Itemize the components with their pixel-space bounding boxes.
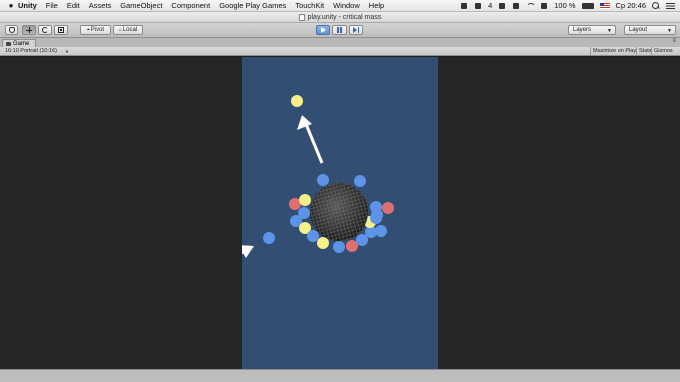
local-toggle-button[interactable]: ⌂ Local <box>113 25 143 35</box>
panel-menu-icon[interactable]: ≡ <box>672 38 676 44</box>
status-cloud-icon[interactable] <box>498 2 506 10</box>
pause-button[interactable] <box>332 25 347 35</box>
status-bar <box>0 369 680 382</box>
ring-orb[interactable] <box>317 174 329 186</box>
status-dropbox-icon[interactable] <box>474 2 482 10</box>
menu-assets[interactable]: Assets <box>89 1 112 10</box>
status-app-icon[interactable] <box>460 2 468 10</box>
game-scene[interactable] <box>242 57 438 369</box>
macos-menu-bar: ● Unity File Edit Assets GameObject Comp… <box>0 0 680 12</box>
spotlight-search-icon[interactable] <box>652 1 660 10</box>
ring-orb[interactable] <box>299 194 311 206</box>
menu-window[interactable]: Window <box>333 1 360 10</box>
layers-caret-icon: ▼ <box>607 28 612 34</box>
notification-center-icon[interactable] <box>666 2 675 10</box>
layout-dropdown[interactable]: Layout ▼ <box>624 25 676 35</box>
maximize-on-play-button[interactable]: Maximize on Play <box>590 47 638 55</box>
ring-orb[interactable] <box>370 212 382 224</box>
window-title: play.unity - critical mass <box>307 13 382 21</box>
menu-component[interactable]: Component <box>171 1 210 10</box>
input-source-flag-icon[interactable] <box>599 2 610 9</box>
aspect-caret-icon: ▼ <box>65 49 69 54</box>
layout-label: Layout <box>629 27 648 33</box>
tab-game[interactable]: Game <box>2 39 37 47</box>
play-button[interactable] <box>316 25 330 35</box>
aspect-ratio-dropdown[interactable]: 16:10 Portrait (10:16) ▼ <box>3 48 71 55</box>
battery-percent: 100 % <box>554 1 576 10</box>
menu-edit[interactable]: Edit <box>67 1 80 10</box>
layout-caret-icon: ▼ <box>667 28 672 34</box>
panel-tab-row: Game ≡ <box>0 38 680 47</box>
layers-dropdown[interactable]: Layers ▼ <box>568 25 616 35</box>
status-adobe-icon[interactable] <box>512 2 520 10</box>
hand-icon <box>8 27 15 33</box>
scale-icon <box>58 27 64 33</box>
pause-icon <box>337 27 342 33</box>
ring-orb[interactable] <box>307 230 319 242</box>
scale-tool-button[interactable] <box>54 25 68 35</box>
ring-orb[interactable] <box>370 201 382 213</box>
launch-arrow-icon <box>297 115 324 164</box>
gizmos-dropdown[interactable]: Gizmos <box>651 47 675 55</box>
game-view-icon <box>6 41 11 46</box>
layers-label: Layers <box>573 27 592 33</box>
local-label: Local <box>122 27 138 33</box>
volume-icon[interactable] <box>540 2 548 10</box>
game-tab-label: Game <box>13 40 30 47</box>
unity-toolbar: ⌖ Pivot ⌂ Local Layers ▼ Layout ▼ <box>0 23 680 38</box>
pivot-icon: ⌖ <box>86 27 90 33</box>
game-screen[interactable] <box>242 57 438 369</box>
core-sphere[interactable] <box>310 183 368 241</box>
move-tool-button[interactable] <box>22 25 36 35</box>
pivot-toggle-button[interactable]: ⌖ Pivot <box>80 25 111 35</box>
window-title-bar: play.unity - critical mass <box>0 12 680 23</box>
wifi-icon[interactable] <box>526 2 534 10</box>
incoming-orb[interactable] <box>263 232 275 244</box>
battery-icon[interactable] <box>581 2 594 9</box>
menu-gameobject[interactable]: GameObject <box>120 1 162 10</box>
ring-orb[interactable] <box>333 241 345 253</box>
game-view-control-bar: 16:10 Portrait (10:16) ▼ Maximize on Pla… <box>0 47 680 56</box>
ring-orb[interactable] <box>382 202 394 214</box>
step-icon <box>353 27 359 33</box>
ring-orb[interactable] <box>356 234 368 246</box>
game-view[interactable] <box>0 57 680 369</box>
incoming-arrow-icon <box>242 245 254 258</box>
ring-orb[interactable] <box>375 225 387 237</box>
status-badge-count: 4 <box>488 1 493 10</box>
apple-menu-icon[interactable]: ● <box>4 1 18 10</box>
ring-orb[interactable] <box>346 240 358 252</box>
play-icon <box>320 27 326 33</box>
document-icon <box>298 13 305 21</box>
menu-file[interactable]: File <box>46 1 58 10</box>
aspect-ratio-label: 16:10 Portrait (10:16) <box>5 48 57 54</box>
menu-clock[interactable]: Cp 20:46 <box>616 1 646 10</box>
rotate-tool-button[interactable] <box>38 25 52 35</box>
status-area: 4 100 % Cp 20:46 <box>460 1 675 10</box>
menu-google-play-games[interactable]: Google Play Games <box>219 1 286 10</box>
menu-help[interactable]: Help <box>369 1 384 10</box>
pivot-label: Pivot <box>90 27 105 33</box>
local-icon: ⌂ <box>118 27 122 33</box>
menu-touchkit[interactable]: TouchKit <box>295 1 324 10</box>
menu-app-name[interactable]: Unity <box>18 1 37 10</box>
ring-orb[interactable] <box>354 175 366 187</box>
move-icon <box>26 27 32 33</box>
rotate-icon <box>42 27 48 33</box>
ring-orb[interactable] <box>317 237 329 249</box>
launched-orb[interactable] <box>291 95 303 107</box>
hand-tool-button[interactable] <box>5 25 18 35</box>
step-button[interactable] <box>349 25 363 35</box>
